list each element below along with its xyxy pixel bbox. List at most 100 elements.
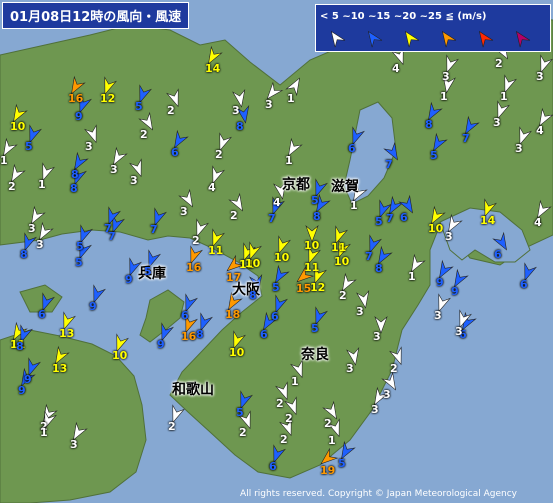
wind-speed-value: 3 [28, 222, 36, 235]
wind-speed-value: 3 [232, 104, 240, 117]
wind-speed-value: 3 [434, 309, 442, 322]
wind-speed-value: 2 [215, 148, 223, 161]
city-label-hyogo: 兵庫 [138, 266, 166, 282]
legend-arrow-icon [404, 30, 420, 48]
wind-speed-legend: < 5 ~10 ~15 ~20 ~25 ≦ (m/s) [315, 4, 551, 52]
wind-speed-value: 5 [272, 281, 280, 294]
wind-speed-value: 13 [52, 362, 68, 375]
city-label-wakayama: 和歌山 [172, 382, 214, 398]
city-label-kyoto: 京都 [282, 177, 310, 193]
wind-speed-value: 8 [375, 262, 383, 275]
legend-arrow-icons [330, 30, 531, 48]
wind-speed-value: 1 [328, 434, 336, 447]
wind-speed-value: 1 [500, 90, 508, 103]
wind-speed-value: 3 [130, 174, 138, 187]
wind-speed-value: 10 [112, 349, 128, 362]
wind-speed-value: 9 [451, 285, 459, 298]
wind-speed-value: 9 [125, 273, 133, 286]
wind-speed-value: 9 [18, 384, 26, 397]
wind-speed-value: 3 [445, 230, 453, 243]
wind-speed-value: 9 [75, 110, 83, 123]
legend-arrow-icon [515, 30, 531, 48]
wind-speed-value: 2 [390, 362, 398, 375]
wind-speed-value: 6 [271, 310, 279, 323]
wind-speed-value: 11 [304, 261, 320, 274]
wind-speed-value: 7 [268, 212, 276, 225]
wind-speed-value: 4 [536, 124, 544, 137]
wind-speed-value: 2 [276, 397, 284, 410]
wind-speed-value: 8 [70, 182, 78, 195]
wind-speed-value: 10 [245, 257, 261, 270]
wind-speed-value: 8 [71, 168, 79, 181]
wind-speed-value: 6 [400, 211, 408, 224]
wind-speed-value: 9 [89, 300, 97, 313]
wind-speed-value: 5 [25, 140, 33, 153]
wind-speed-value: 2 [239, 426, 247, 439]
wind-speed-value: 1 [440, 90, 448, 103]
wind-speed-value: 3 [493, 116, 501, 129]
legend-arrow-icon [330, 30, 346, 48]
wind-speed-value: 3 [373, 330, 381, 343]
wind-speed-value: 16 [181, 330, 197, 343]
wind-speed-value: 5 [311, 194, 319, 207]
wind-speed-value: 18 [225, 308, 241, 321]
wind-speed-value: 8 [313, 210, 321, 223]
wind-speed-value: 3 [455, 325, 463, 338]
wind-speed-value: 12 [310, 281, 326, 294]
wind-speed-value: 5 [144, 265, 152, 278]
wind-speed-value: 6 [181, 309, 189, 322]
wind-speed-value: 8 [249, 289, 257, 302]
wind-speed-value: 7 [386, 212, 394, 225]
wind-speed-value: 14 [205, 62, 221, 75]
wind-speed-value: 6 [494, 248, 502, 261]
wind-speed-value: 2 [168, 420, 176, 433]
wind-speed-value: 7 [462, 132, 470, 145]
wind-speed-value: 3 [442, 70, 450, 83]
wind-speed-value: 2 [324, 417, 332, 430]
wind-speed-value: 5 [311, 322, 319, 335]
wind-speed-value: 7 [104, 222, 112, 235]
wind-speed-value: 2 [339, 289, 347, 302]
wind-map: 01月08日12時の風向・風速 < 5 ~10 ~15 ~20 ~25 ≦ (m… [0, 0, 553, 503]
wind-speed-value: 3 [265, 98, 273, 111]
legend-range-4: ~25 [419, 11, 442, 22]
wind-speed-value: 6 [38, 308, 46, 321]
wind-speed-value: 5 [75, 256, 83, 269]
wind-speed-value: 6 [260, 328, 268, 341]
wind-speed-value: 2 [230, 209, 238, 222]
wind-speed-value: 3 [180, 205, 188, 218]
wind-speed-value: 3 [536, 70, 544, 83]
wind-speed-value: 3 [346, 362, 354, 375]
wind-speed-value: 3 [371, 403, 379, 416]
wind-speed-value: 8 [196, 328, 204, 341]
wind-speed-value: 5 [135, 100, 143, 113]
wind-speed-value: 11 [208, 244, 224, 257]
wind-speed-value: 4 [273, 196, 281, 209]
map-title: 01月08日12時の風向・風速 [2, 2, 190, 29]
wind-speed-value: 14 [480, 214, 496, 227]
wind-speed-value: 9 [157, 338, 165, 351]
wind-speed-value: 8 [425, 118, 433, 131]
wind-speed-value: 16 [186, 261, 202, 274]
wind-speed-value: 7 [385, 158, 393, 171]
wind-speed-value: 1 [40, 426, 48, 439]
wind-speed-value: 10 [334, 255, 350, 268]
legend-arrow-icon [441, 30, 457, 48]
copyright-notice: All rights reserved. Copyright © Japan M… [240, 489, 517, 499]
wind-speed-value: 3 [110, 163, 118, 176]
legend-ranges: < 5 ~10 ~15 ~20 ~25 ≦ (m/s) [320, 11, 486, 22]
wind-speed-value: 3 [515, 142, 523, 155]
wind-speed-value: 16 [68, 92, 84, 105]
wind-speed-value: 1 [350, 199, 358, 212]
legend-range-2: ~15 [368, 11, 391, 22]
wind-speed-value: 1 [291, 375, 299, 388]
wind-speed-value: 10 [10, 120, 26, 133]
wind-speed-value: 4 [208, 181, 216, 194]
legend-arrow-icon [367, 30, 383, 48]
legend-arrow-icon [478, 30, 494, 48]
wind-speed-value: 5 [338, 457, 346, 470]
legend-range-0: < 5 [320, 11, 339, 22]
wind-speed-value: 3 [85, 140, 93, 153]
wind-speed-value: 10 [274, 251, 290, 264]
city-label-nara: 奈良 [301, 347, 329, 363]
